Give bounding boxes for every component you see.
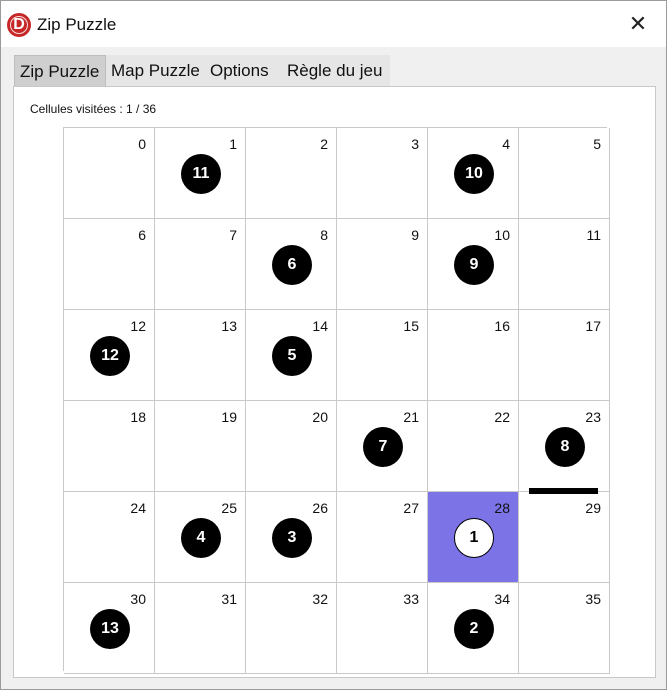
- grid-cell[interactable]: 7: [155, 219, 246, 310]
- cell-index: 23: [585, 409, 601, 425]
- grid-cell[interactable]: 17: [519, 310, 610, 401]
- waypoint-marker: 12: [90, 336, 130, 376]
- start-waypoint: 1: [454, 518, 494, 558]
- visited-cells-status: Cellules visitées : 1 / 36: [30, 102, 157, 116]
- grid-cell[interactable]: 86: [246, 219, 337, 310]
- app-logo-icon: D: [7, 13, 31, 37]
- cell-index: 28: [494, 500, 510, 516]
- grid-cell[interactable]: 2: [246, 128, 337, 219]
- cell-index: 12: [130, 318, 146, 334]
- cell-index: 24: [130, 500, 146, 516]
- cell-index: 31: [221, 591, 237, 607]
- grid-cell[interactable]: 27: [337, 492, 428, 583]
- waypoint-marker: 2: [454, 609, 494, 649]
- grid-cell[interactable]: 33: [337, 583, 428, 674]
- cell-index: 13: [221, 318, 237, 334]
- grid-cell[interactable]: 3: [337, 128, 428, 219]
- cell-index: 0: [138, 136, 146, 152]
- cell-index: 10: [494, 227, 510, 243]
- cell-index: 21: [403, 409, 419, 425]
- tab-zip-puzzle[interactable]: Zip Puzzle: [14, 55, 106, 86]
- cell-index: 11: [586, 227, 601, 243]
- grid-cell[interactable]: 13: [155, 310, 246, 401]
- waypoint-marker: 3: [272, 518, 312, 558]
- wall-barrier: [529, 488, 598, 494]
- tab-regle-du-jeu[interactable]: Règle du jeu: [282, 55, 390, 86]
- grid-cell[interactable]: 16: [428, 310, 519, 401]
- grid-cell[interactable]: 11: [519, 219, 610, 310]
- grid-cell[interactable]: 24: [64, 492, 155, 583]
- cell-index: 27: [403, 500, 419, 516]
- grid-cell[interactable]: 15: [337, 310, 428, 401]
- waypoint-marker: 6: [272, 245, 312, 285]
- cell-index: 5: [593, 136, 601, 152]
- waypoint-marker: 8: [545, 427, 585, 467]
- cell-index: 14: [312, 318, 328, 334]
- cell-index: 1: [229, 136, 237, 152]
- grid-cell[interactable]: 14 5: [246, 310, 337, 401]
- window-title: Zip Puzzle: [37, 15, 117, 34]
- grid-cell[interactable]: 4 10: [428, 128, 519, 219]
- cell-index: 8: [320, 227, 328, 243]
- cell-index: 20: [312, 409, 328, 425]
- puzzle-grid: 0 1 11 2 3 4 10 5 6 7 8 6 9 10 9 11 12 12 13 14 5 15 16 17 18 19 2…: [63, 127, 610, 674]
- grid-cell[interactable]: 34 2: [428, 583, 519, 674]
- cell-index: 6: [138, 227, 146, 243]
- cell-index: 32: [312, 591, 328, 607]
- grid-cell[interactable]: 6: [64, 219, 155, 310]
- zip-puzzle-panel: Cellules visitées : 1 / 36 0 1 11 2 3 4 10 5 6 7 8…: [13, 86, 656, 678]
- grid-cell[interactable]: 10 9: [428, 219, 519, 310]
- grid-cell[interactable]: 31: [155, 583, 246, 674]
- grid-cell[interactable]: 0: [64, 128, 155, 219]
- grid-cell[interactable]: 28 1: [428, 492, 519, 583]
- waypoint-marker: 13: [90, 609, 130, 649]
- cell-index: 4: [502, 136, 510, 152]
- cell-index: 9: [411, 227, 419, 243]
- close-button[interactable]: ✕: [610, 1, 666, 47]
- cell-index: 17: [585, 318, 601, 334]
- cell-index: 19: [221, 409, 237, 425]
- waypoint-marker: 5: [272, 336, 312, 376]
- title-bar: D Zip Puzzle ✕: [1, 1, 666, 47]
- tab-map-puzzle[interactable]: Map Puzzle: [106, 55, 205, 86]
- grid-cell[interactable]: 25 4: [155, 492, 246, 583]
- grid-cell[interactable]: 23 8: [519, 401, 610, 492]
- waypoint-marker: 10: [454, 154, 494, 194]
- cell-index: 2: [320, 136, 328, 152]
- cell-index: 15: [403, 318, 419, 334]
- cell-index: 33: [403, 591, 419, 607]
- tab-options[interactable]: Options: [205, 55, 282, 86]
- cell-index: 3: [411, 136, 419, 152]
- grid-cell[interactable]: 32: [246, 583, 337, 674]
- cell-index: 16: [494, 318, 510, 334]
- cell-index: 30: [130, 591, 146, 607]
- cell-index: 34: [494, 591, 510, 607]
- grid-cell[interactable]: 22: [428, 401, 519, 492]
- grid-cell[interactable]: 21 7: [337, 401, 428, 492]
- grid-cell[interactable]: 12 12: [64, 310, 155, 401]
- cell-index: 22: [494, 409, 510, 425]
- grid-cell[interactable]: 20: [246, 401, 337, 492]
- grid-cell[interactable]: 35: [519, 583, 610, 674]
- waypoint-marker: 11: [181, 154, 221, 194]
- grid-cell[interactable]: 29: [519, 492, 610, 583]
- cell-index: 29: [585, 500, 601, 516]
- grid-cell[interactable]: 19: [155, 401, 246, 492]
- waypoint-marker: 9: [454, 245, 494, 285]
- cell-index: 35: [585, 591, 601, 607]
- grid-cell[interactable]: 26 3: [246, 492, 337, 583]
- cell-index: 18: [130, 409, 146, 425]
- grid-cell[interactable]: 1 11: [155, 128, 246, 219]
- cell-index: 7: [229, 227, 237, 243]
- app-window: D Zip Puzzle ✕ Zip Puzzle Map Puzzle Opt…: [0, 0, 667, 690]
- grid-cell[interactable]: 5: [519, 128, 610, 219]
- grid-cell[interactable]: 30 13: [64, 583, 155, 674]
- grid-cell[interactable]: 9: [337, 219, 428, 310]
- waypoint-marker: 4: [181, 518, 221, 558]
- waypoint-marker: 7: [363, 427, 403, 467]
- grid-cell[interactable]: 18: [64, 401, 155, 492]
- cell-index: 26: [312, 500, 328, 516]
- cell-index: 25: [221, 500, 237, 516]
